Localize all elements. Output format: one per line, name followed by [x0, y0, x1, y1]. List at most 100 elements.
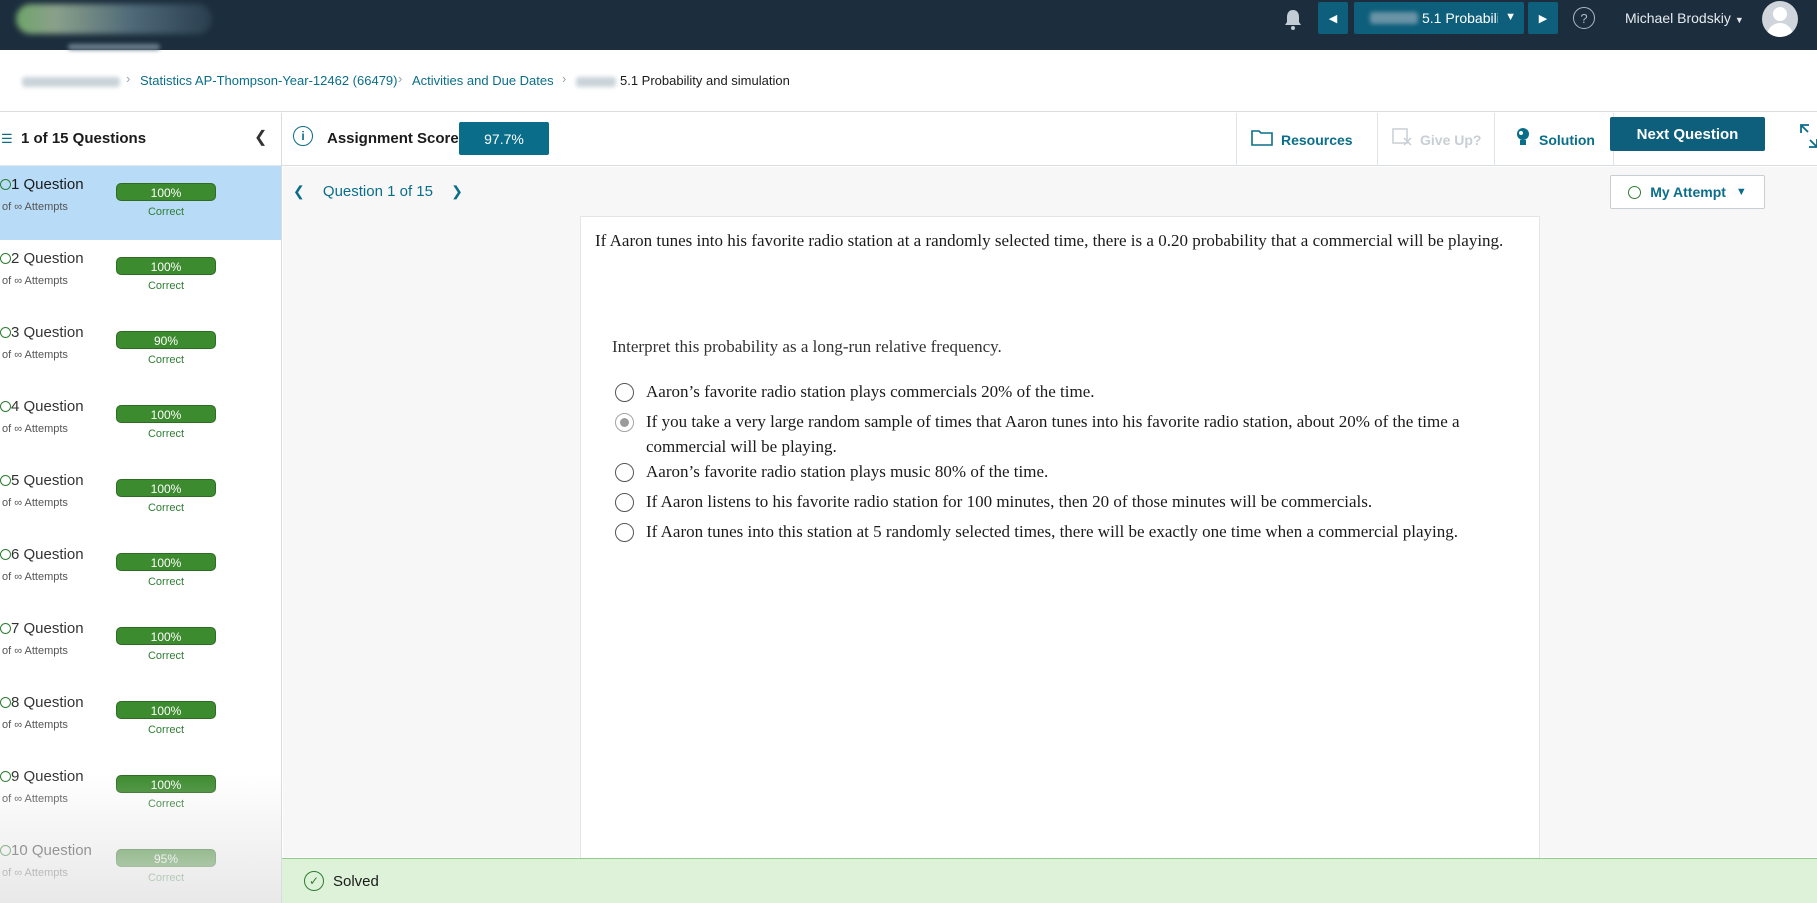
my-attempt-label: My Attempt: [1650, 184, 1726, 200]
notifications-bell-icon[interactable]: [1283, 9, 1305, 33]
my-attempt-dropdown[interactable]: My Attempt ▼: [1610, 175, 1765, 209]
attempts-label: of ∞ Attempts: [2, 349, 68, 361]
check-circle-icon: [0, 179, 11, 190]
collapse-sidebar-icon[interactable]: ❮: [254, 127, 267, 147]
answer-option-text: If you take a very large random sample o…: [646, 412, 1460, 456]
sidebar-item-question-9[interactable]: 9 Question of ∞ Attempts 100% Correct: [0, 758, 281, 832]
give-up-button[interactable]: Give Up?: [1377, 113, 1494, 166]
status-label: Correct: [147, 650, 185, 662]
check-circle-icon: ✓: [304, 871, 324, 891]
breadcrumb-current: 5.1 Probability and simulation: [576, 73, 790, 88]
attempts-label: of ∞ Attempts: [2, 275, 68, 287]
help-icon[interactable]: ?: [1573, 7, 1595, 29]
question-navigator: ❮ Question 1 of 15 ❯: [293, 183, 463, 200]
next-question-arrow-icon[interactable]: ❯: [451, 183, 463, 199]
sidebar-item-question-7[interactable]: 7 Question of ∞ Attempts 100% Correct: [0, 610, 281, 684]
score-bar: 100%: [116, 627, 216, 645]
answer-option-4[interactable]: If Aaron listens to his favorite radio s…: [615, 489, 1515, 514]
breadcrumb-current-label: 5.1 Probability and simulation: [620, 73, 790, 88]
solution-button[interactable]: Solution: [1494, 113, 1613, 166]
answer-options: Aaron’s favorite radio station plays com…: [615, 379, 1515, 544]
resources-label: Resources: [1281, 131, 1353, 148]
check-circle-icon: [0, 253, 11, 264]
answer-option-text: If Aaron tunes into this station at 5 ra…: [646, 522, 1458, 541]
question-label: 6 Question: [11, 546, 84, 563]
question-stem: If Aaron tunes into his favorite radio s…: [595, 231, 1504, 250]
score-bar: 100%: [116, 183, 216, 201]
answer-option-5[interactable]: If Aaron tunes into this station at 5 ra…: [615, 519, 1515, 544]
attempts-label: of ∞ Attempts: [2, 423, 68, 435]
score-bar: 100%: [116, 775, 216, 793]
radio-button[interactable]: [615, 493, 634, 512]
next-question-button[interactable]: Next Question: [1610, 117, 1765, 151]
answer-option-text: Aaron’s favorite radio station plays mus…: [646, 462, 1049, 481]
chevron-down-icon: ▼: [1734, 15, 1744, 25]
radio-button[interactable]: [615, 413, 634, 432]
next-assignment-button[interactable]: ▶: [1528, 2, 1558, 34]
status-label: Correct: [147, 576, 185, 588]
status-label: Correct: [147, 280, 185, 292]
sidebar-item-question-10[interactable]: 10 Question of ∞ Attempts 95% Correct: [0, 832, 281, 903]
answer-option-1[interactable]: Aaron’s favorite radio station plays com…: [615, 379, 1515, 404]
breadcrumb-home[interactable]: [22, 73, 120, 88]
answer-option-2[interactable]: If you take a very large random sample o…: [615, 409, 1515, 459]
answer-option-3[interactable]: Aaron’s favorite radio station plays mus…: [615, 459, 1515, 484]
previous-assignment-button[interactable]: ◀: [1318, 2, 1348, 34]
solution-label: Solution: [1539, 131, 1595, 148]
question-list: 1 Question of ∞ Attempts 100% Correct 2 Ques…: [0, 166, 281, 903]
status-label: Correct: [147, 798, 185, 810]
caret-down-icon: ▼: [1735, 186, 1747, 198]
chevron-right-icon: ›: [126, 71, 131, 86]
info-icon[interactable]: i: [293, 126, 313, 146]
radio-button[interactable]: [615, 383, 634, 402]
attempts-label: of ∞ Attempts: [2, 793, 68, 805]
check-circle-icon: [0, 697, 11, 708]
sidebar-item-question-2[interactable]: 2 Question of ∞ Attempts 100% Correct: [0, 240, 281, 314]
expand-icon[interactable]: [1799, 123, 1817, 155]
status-label: Correct: [147, 872, 185, 884]
score-bar: 100%: [116, 701, 216, 719]
assignment-select-value: 5.1 Probabilit: [1422, 10, 1498, 26]
sidebar-item-question-4[interactable]: 4 Question of ∞ Attempts 100% Correct: [0, 388, 281, 462]
question-label: 5 Question: [11, 472, 84, 489]
check-circle-icon: [1628, 185, 1642, 199]
assignment-toolbar: i Assignment Score: 97.7% Resources Give…: [282, 113, 1817, 166]
answer-option-text: If Aaron listens to his favorite radio s…: [646, 492, 1373, 511]
top-bar: ◀ 5.1 Probabilit ▼ ▶ ? Michael Brodskiy ▼: [0, 0, 1817, 50]
sidebar-item-question-5[interactable]: 5 Question of ∞ Attempts 100% Correct: [0, 462, 281, 536]
attempts-label: of ∞ Attempts: [2, 645, 68, 657]
breadcrumb-activities[interactable]: Activities and Due Dates: [412, 73, 554, 88]
attempts-label: of ∞ Attempts: [2, 867, 68, 879]
avatar[interactable]: [1762, 1, 1798, 37]
assignment-select-prefix: [1370, 12, 1418, 24]
attempts-label: of ∞ Attempts: [2, 571, 68, 583]
check-circle-icon: [0, 771, 11, 782]
question-label: 8 Question: [11, 694, 84, 711]
list-icon: ☰: [1, 131, 13, 146]
question-sidebar: ☰ 1 of 15 Questions ❮ 1 Question of ∞ Att…: [0, 113, 282, 903]
user-menu[interactable]: Michael Brodskiy ▼: [1625, 10, 1744, 26]
chevron-down-icon: ▼: [1505, 11, 1516, 23]
breadcrumb-course[interactable]: Statistics AP-Thompson-Year-12462 (66479…: [140, 73, 398, 88]
sidebar-title: 1 of 15 Questions: [21, 130, 147, 147]
assignment-select[interactable]: 5.1 Probabilit ▼: [1354, 2, 1524, 34]
sidebar-item-question-8[interactable]: 8 Question of ∞ Attempts 100% Correct: [0, 684, 281, 758]
previous-question-arrow-icon[interactable]: ❮: [293, 183, 305, 199]
status-label: Correct: [147, 724, 185, 736]
resources-button[interactable]: Resources: [1236, 113, 1377, 166]
status-label: Correct: [147, 206, 185, 218]
score-bar: 100%: [116, 479, 216, 497]
sidebar-item-question-1[interactable]: 1 Question of ∞ Attempts 100% Correct: [0, 166, 281, 240]
question-label: 3 Question: [11, 324, 84, 341]
logo[interactable]: [16, 4, 212, 34]
score-bar: 90%: [116, 331, 216, 349]
question-card: If Aaron tunes into his favorite radio s…: [580, 216, 1540, 861]
radio-button[interactable]: [615, 523, 634, 542]
sidebar-item-question-3[interactable]: 3 Question of ∞ Attempts 90% Correct: [0, 314, 281, 388]
user-name: Michael Brodskiy: [1625, 10, 1731, 26]
question-label: 4 Question: [11, 398, 84, 415]
sidebar-item-question-6[interactable]: 6 Question of ∞ Attempts 100% Correct: [0, 536, 281, 610]
question-prompt: Interpret this probability as a long-run…: [612, 337, 1002, 356]
score-bar: 100%: [116, 405, 216, 423]
radio-button[interactable]: [615, 463, 634, 482]
